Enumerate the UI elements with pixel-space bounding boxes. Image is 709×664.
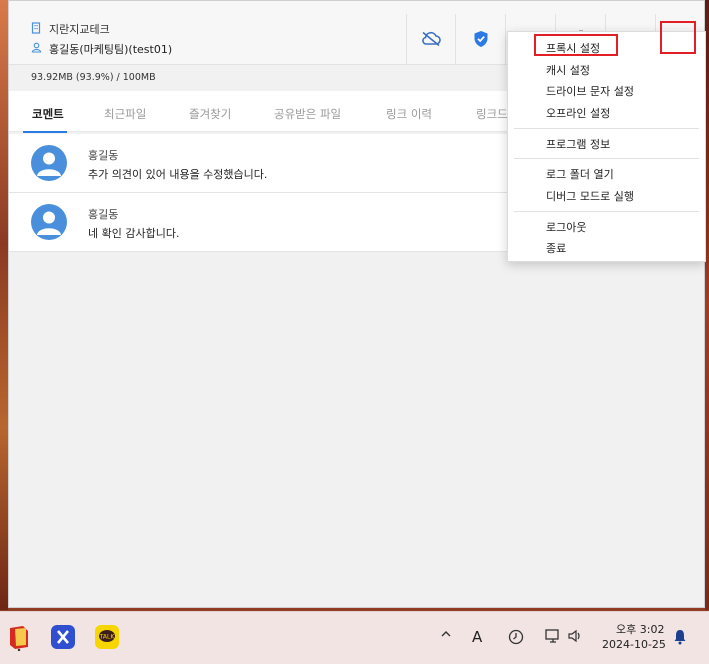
user-name: 홍길동(마케팅팀)(test01) [49,43,173,56]
avatar [31,145,67,181]
desktop-wallpaper-left [0,0,8,610]
org-row: 지란지교테크 [31,21,110,37]
clock-date[interactable]: 2024-10-25 [602,638,666,651]
storage-usage: 93.92MB (93.9%) / 100MB [31,72,156,83]
cloud-off-button[interactable] [406,14,455,64]
menu-program-info[interactable]: 프로그램 정보 [546,136,610,152]
menu-cache-settings[interactable]: 캐시 설정 [546,62,590,78]
security-shield-button[interactable] [455,14,505,64]
comment-text: 추가 의견이 있어 내용을 수정했습니다. [88,168,268,181]
ime-indicator[interactable]: A [472,628,482,646]
building-icon [31,21,41,37]
notification-bell-icon[interactable] [673,629,687,648]
menu-open-log-folder[interactable]: 로그 폴더 열기 [546,166,614,182]
tab-recent-files[interactable]: 최근파일 [104,106,146,122]
volume-icon[interactable] [567,629,583,646]
user-icon [31,42,42,56]
menu-divider [514,128,699,129]
tab-linked[interactable]: 링크드 [476,106,508,122]
avatar [31,204,67,240]
org-name: 지란지교테크 [49,23,110,36]
chevron-up-icon[interactable] [440,629,452,642]
tab-comments[interactable]: 코멘트 [32,106,64,122]
app-red-icon[interactable] [8,625,30,654]
highlight-box-proxy [534,34,618,56]
comment-text: 네 확인 감사합니다. [88,227,180,240]
kakaotalk-icon[interactable]: TALK [95,625,119,652]
menu-drive-letter-settings[interactable]: 드라이브 문자 설정 [546,83,634,99]
user-row: 홍길동(마케팅팀)(test01) [31,41,172,57]
highlight-box-more [660,21,696,54]
menu-offline-settings[interactable]: 오프라인 설정 [546,105,610,121]
menu-divider [514,211,699,212]
tab-shared-files[interactable]: 공유받은 파일 [274,106,341,122]
clock-time[interactable]: 오후 3:02 [616,621,664,637]
menu-exit[interactable]: 종료 [546,240,566,256]
tab-link-history[interactable]: 링크 이력 [386,106,432,122]
more-menu: 프록시 설정 캐시 설정 드라이브 문자 설정 오프라인 설정 프로그램 정보 … [507,31,706,262]
app-x-icon[interactable] [51,625,75,652]
svg-text:TALK: TALK [99,634,116,641]
comment-author: 홍길동 [88,208,119,221]
menu-logout[interactable]: 로그아웃 [546,219,586,235]
network-icon[interactable] [545,628,561,647]
shield-check-icon [473,30,489,48]
menu-divider [514,158,699,159]
menu-run-debug-mode[interactable]: 디버그 모드로 실행 [546,188,634,204]
tab-favorites[interactable]: 즐겨찾기 [189,106,231,122]
comment-author: 홍길동 [88,149,119,162]
taskbar: TALK A 오후 3:02 2024-10-25 [0,611,709,664]
cloud-off-icon [420,31,442,47]
status-circle-icon[interactable] [508,629,524,648]
active-tab-indicator [23,131,67,133]
